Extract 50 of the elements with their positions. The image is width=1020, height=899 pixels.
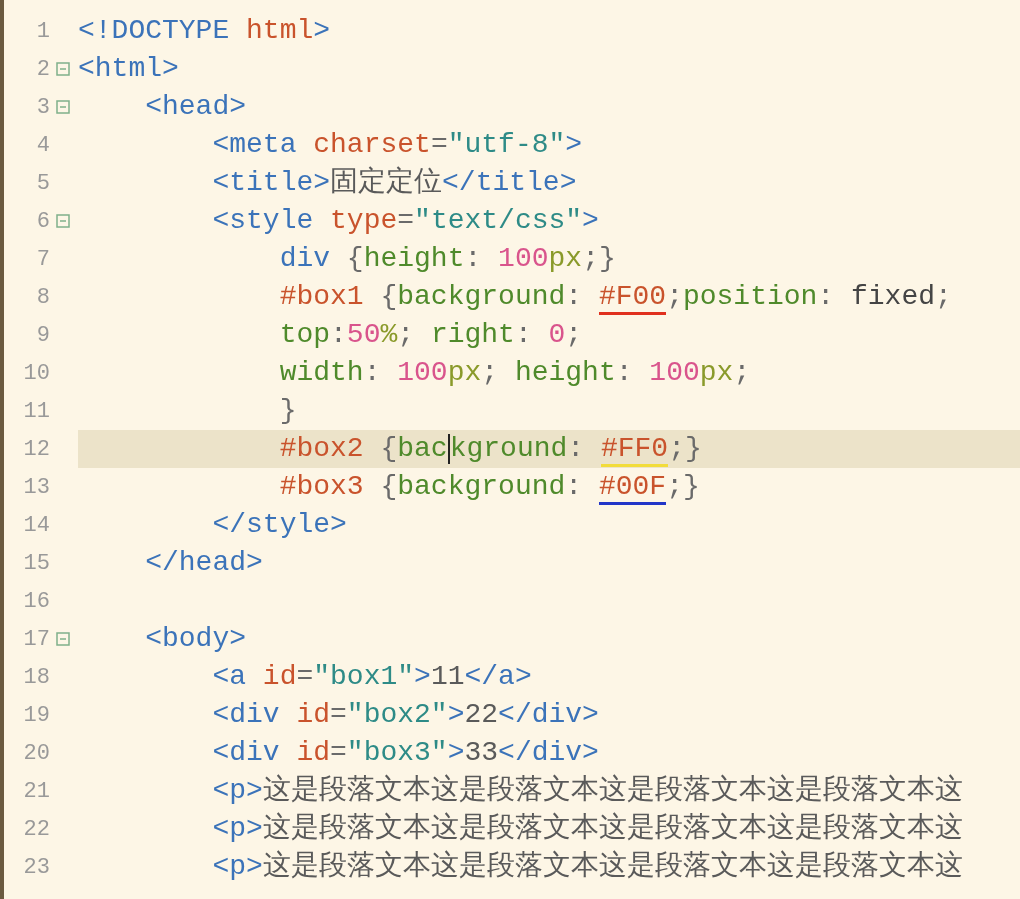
code-line: <html> [78,52,179,86]
text-cursor [447,433,450,464]
line-number: 20 [22,739,50,768]
code-line: top:50%; right: 0; [278,318,583,352]
line-number: 21 [22,777,50,806]
line-number: 1 [35,17,50,46]
line-number: 8 [35,283,50,312]
code-line: <a id="box1">11</a> [211,660,532,694]
line-number: 3 [35,93,50,122]
line-number: 16 [22,587,50,616]
line-number: 12 [22,435,50,464]
code-line: <head> [144,90,247,124]
code-line: #box1 {background: #F00;position: fixed; [78,278,952,316]
line-number: 14 [22,511,50,540]
line-number: 13 [22,473,50,502]
line-number: 19 [22,701,50,730]
code-line: <body> [144,622,247,656]
code-line: width: 100px; height: 100px; [278,356,751,390]
collapse-icon[interactable] [56,632,70,646]
collapse-icon[interactable] [56,100,70,114]
line-number: 5 [35,169,50,198]
code-line: <!DOCTYPE html> [78,14,331,48]
collapse-icon[interactable] [56,214,70,228]
line-number: 23 [22,853,50,882]
line-number: 10 [22,359,50,388]
code-line: <div id="box2">22</div> [211,698,599,732]
code-line: } [278,394,297,428]
code-line: <title>固定定位</title> [211,165,577,200]
line-number: 7 [35,245,50,274]
code-line: </head> [144,546,263,580]
line-number: 6 [35,207,50,236]
line-number: 17 [22,625,50,654]
code-line: </style> [211,508,347,542]
line-number: 22 [22,815,50,844]
code-line: <style type="text/css"> [211,204,599,238]
code-line: #box3 {background: #00F;} [78,468,700,506]
code-line: <p>这是段落文本这是段落文本这是段落文本这是段落文本这 [211,811,963,846]
code-line: <p>这是段落文本这是段落文本这是段落文本这是段落文本这 [211,773,963,808]
line-number: 2 [35,55,50,84]
code-line: #box2 {bac kground: #FF0;} [78,430,702,468]
collapse-icon[interactable] [56,62,70,76]
code-line: <div id="box3">33</div> [211,736,599,770]
line-number: 11 [22,397,50,426]
line-number: 15 [22,549,50,578]
code-line: <p>这是段落文本这是段落文本这是段落文本这是段落文本这 [211,849,963,884]
code-line: <meta charset="utf-8"> [211,128,583,162]
line-number: 18 [22,663,50,692]
line-number: 4 [35,131,50,160]
line-number: 9 [35,321,50,350]
code-line: div {height: 100px;} [278,242,616,276]
